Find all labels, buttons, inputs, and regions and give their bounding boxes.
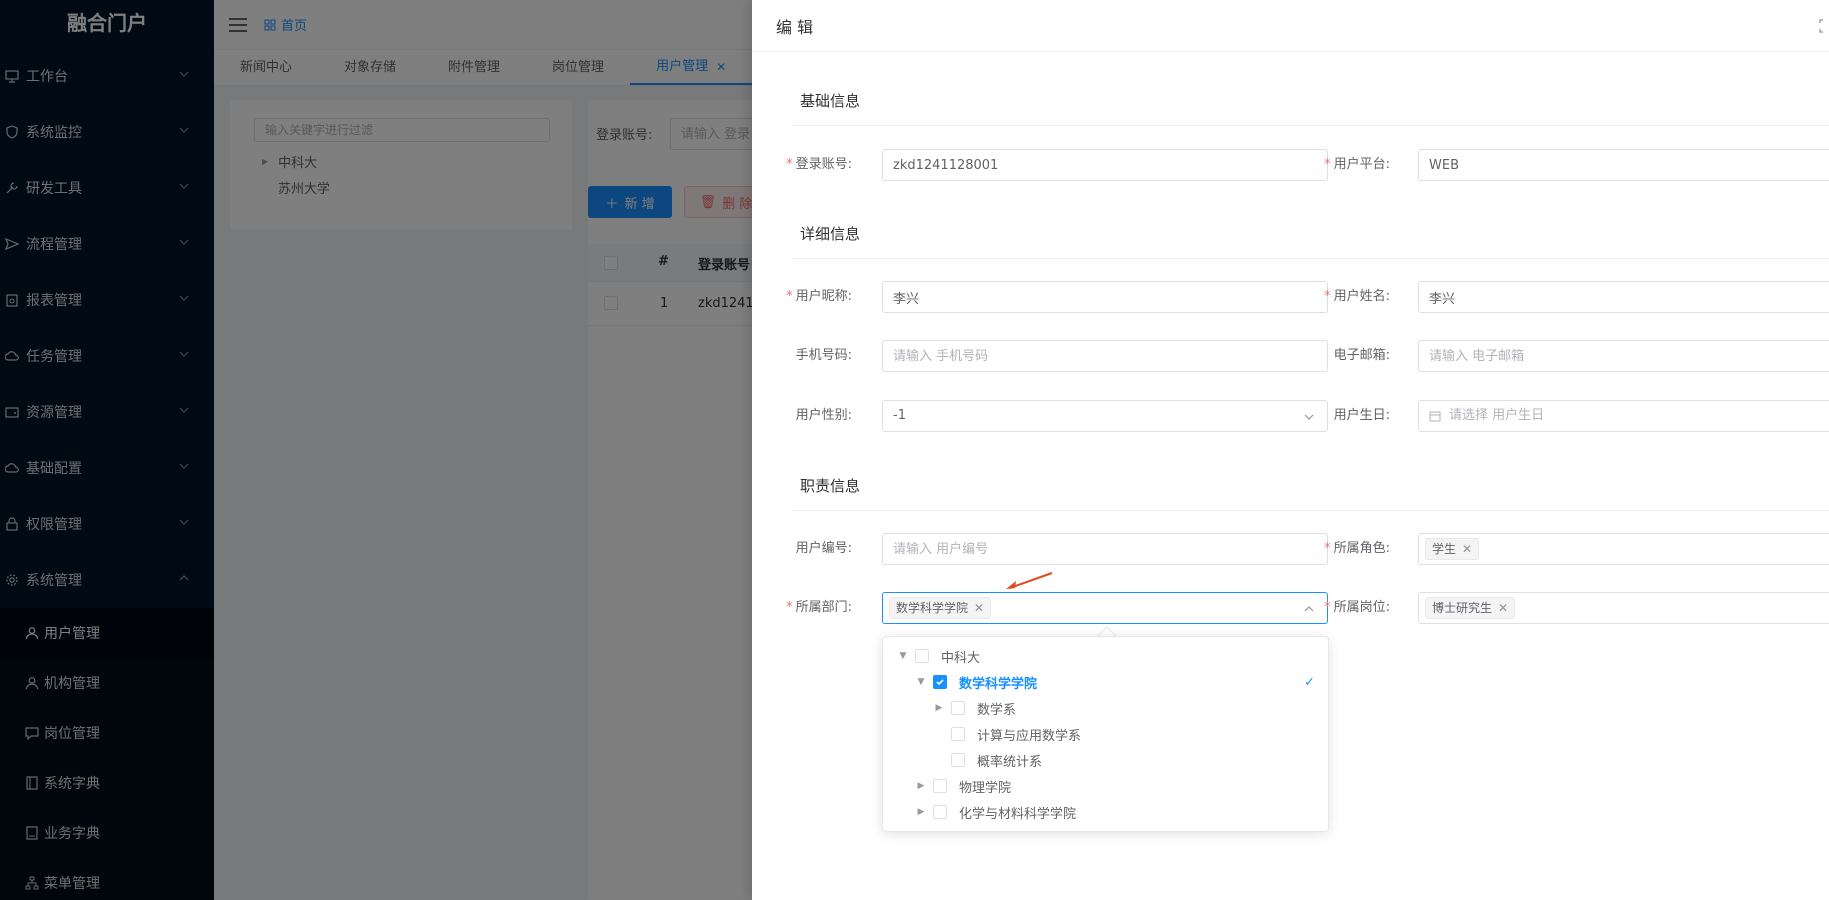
tree-node[interactable]: ▼ 中科大 — [897, 643, 980, 669]
tree-node-checkbox[interactable] — [915, 649, 929, 663]
tree-node-checkbox[interactable] — [933, 675, 947, 689]
divider — [792, 125, 1829, 126]
tree-node-checkbox[interactable] — [951, 727, 965, 741]
tag-close-icon[interactable]: ✕ — [1498, 598, 1508, 618]
gender-select[interactable]: -1 — [882, 400, 1328, 432]
caret-right-icon[interactable]: ▶ — [933, 703, 945, 713]
annotation-arrow-icon — [1006, 572, 1053, 589]
tree-node[interactable]: ▶ 数学系 — [933, 695, 1016, 721]
tree-node-label: 物理学院 — [959, 780, 1012, 796]
drawer-header: 编 辑 — [752, 0, 1829, 52]
role-tag-label: 学生 — [1432, 542, 1457, 556]
dept-tree-select[interactable]: 数学科学学院 ✕ — [882, 592, 1328, 624]
post-label: * 所属岗位: — [1324, 600, 1390, 615]
dept-tag-label: 数学科学学院 — [896, 601, 969, 615]
check-icon: ✓ — [1304, 674, 1315, 690]
code-input[interactable] — [882, 533, 1328, 565]
tree-node-label: 中科大 — [941, 650, 981, 666]
tree-node-label: 概率统计系 — [977, 754, 1043, 770]
code-label: 用户编号: — [795, 541, 852, 556]
account-label-text: 登录账号: — [795, 157, 852, 172]
post-select[interactable]: 博士研究生 ✕ — [1418, 592, 1829, 624]
divider — [792, 510, 1829, 511]
birthday-picker[interactable]: 请选择 用户生日 — [1418, 400, 1829, 432]
dept-tree-dropdown: ▼ 中科大 ▼ 数学科学学院 ✓ ▶ 数学系 计算与应用数学系 概率统计系 ▶ … — [882, 636, 1329, 832]
platform-input[interactable] — [1418, 149, 1829, 181]
email-input[interactable] — [1418, 340, 1829, 372]
account-label: * 登录账号: — [786, 157, 852, 172]
caret-right-icon[interactable]: ▶ — [915, 807, 927, 817]
tree-node-label: 计算与应用数学系 — [977, 728, 1082, 744]
tree-node[interactable]: ▶ 化学与材料科学学院 — [915, 799, 1076, 825]
gender-label: 用户性别: — [795, 408, 852, 423]
caret-right-icon[interactable]: ▶ — [915, 781, 927, 791]
tree-node[interactable]: ▼ 数学科学学院 ✓ — [915, 669, 1315, 695]
tree-node-checkbox[interactable] — [951, 753, 965, 767]
post-tag-label: 博士研究生 — [1432, 601, 1493, 615]
gender-value: -1 — [893, 408, 906, 423]
section-title-duty: 职责信息 — [800, 477, 861, 495]
caret-down-icon[interactable]: ▼ — [897, 651, 909, 661]
tree-node-checkbox[interactable] — [933, 779, 947, 793]
nickname-label: * 用户昵称: — [786, 289, 852, 304]
email-label: 电子邮箱: — [1333, 348, 1390, 363]
caret-down-icon[interactable]: ▼ — [915, 677, 927, 687]
tree-node-checkbox[interactable] — [933, 805, 947, 819]
tree-node-label: 数学科学学院 — [959, 676, 1038, 692]
tag-close-icon[interactable]: ✕ — [974, 598, 984, 618]
birthday-placeholder: 请选择 用户生日 — [1449, 408, 1545, 423]
phone-input[interactable] — [882, 340, 1328, 372]
tree-node-label: 数学系 — [977, 702, 1017, 718]
platform-label-text: 用户平台: — [1333, 157, 1390, 172]
drawer-title: 编 辑 — [776, 17, 814, 37]
account-input[interactable] — [882, 149, 1328, 181]
role-label-text: 所属角色: — [1333, 541, 1390, 556]
realname-label-text: 用户姓名: — [1333, 289, 1390, 304]
tag-close-icon[interactable]: ✕ — [1462, 539, 1472, 559]
tree-node[interactable]: ▶ 物理学院 — [915, 773, 1011, 799]
dept-label: * 所属部门: — [786, 600, 852, 615]
realname-input[interactable] — [1418, 281, 1829, 313]
fullscreen-icon[interactable] — [1819, 18, 1829, 33]
calendar-icon — [1429, 411, 1441, 422]
divider — [792, 258, 1829, 259]
dept-tag: 数学科学学院 ✕ — [889, 597, 992, 619]
role-tag: 学生 ✕ — [1425, 538, 1480, 560]
tree-node[interactable]: 概率统计系 — [933, 747, 1042, 773]
dept-label-text: 所属部门: — [795, 600, 852, 615]
post-label-text: 所属岗位: — [1333, 600, 1390, 615]
role-label: * 所属角色: — [1324, 541, 1390, 556]
realname-label: * 用户姓名: — [1324, 289, 1390, 304]
tree-node[interactable]: 计算与应用数学系 — [933, 721, 1081, 747]
nickname-label-text: 用户昵称: — [795, 289, 852, 304]
platform-label: * 用户平台: — [1324, 157, 1390, 172]
section-title-basic: 基础信息 — [800, 92, 861, 110]
role-select[interactable]: 学生 ✕ — [1418, 533, 1829, 565]
section-title-detail: 详细信息 — [800, 225, 861, 243]
post-tag: 博士研究生 ✕ — [1425, 597, 1516, 619]
phone-label: 手机号码: — [795, 348, 852, 363]
nickname-input[interactable] — [882, 281, 1328, 313]
tree-node-label: 化学与材料科学学院 — [959, 806, 1077, 822]
birthday-label: 用户生日: — [1333, 408, 1390, 423]
tree-node-checkbox[interactable] — [951, 701, 965, 715]
